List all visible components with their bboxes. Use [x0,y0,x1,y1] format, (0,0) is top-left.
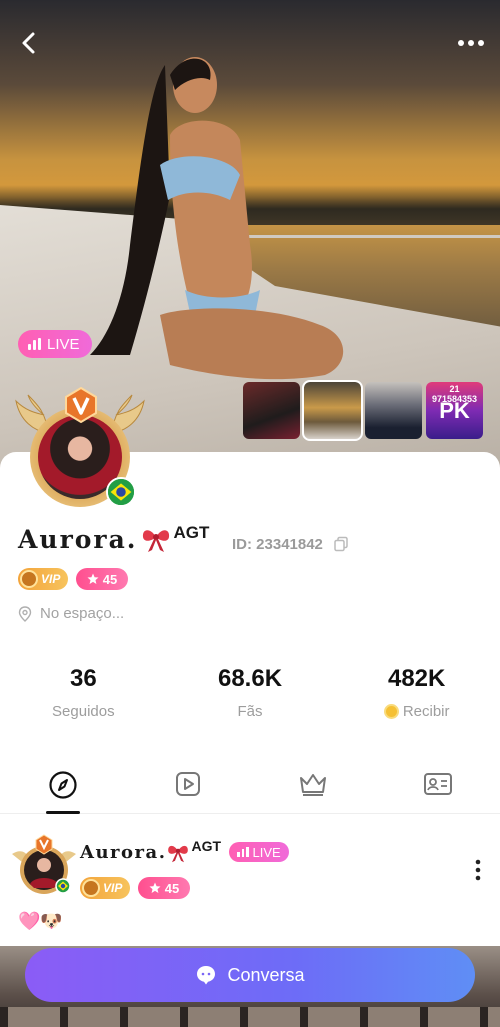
post-author-name: Aurora. [80,842,167,863]
post-image-detail [0,1007,500,1027]
chat-button[interactable]: Conversa [25,948,475,1002]
stat-label: Recibir [402,703,450,720]
play-video-icon [175,772,200,796]
thumbnail-2[interactable] [302,380,363,441]
thumbnail-1[interactable] [243,382,300,439]
ribbon-bow-icon [142,530,169,552]
thumbnail-3[interactable] [365,382,422,439]
ribbon-bow-icon [168,845,189,863]
coin-icon [383,704,399,719]
woman-figure [90,57,344,380]
stat-following[interactable]: 36 Seguidos [0,665,167,720]
stat-value: 36 [69,665,97,692]
tab-crown[interactable] [250,770,375,813]
stat-value: 68.6K [217,665,283,692]
stat-label: Seguidos [52,703,115,720]
thumbnail-pk[interactable]: 21 971584353 PK [426,382,483,439]
profile-tabs [0,770,500,814]
tab-videos[interactable] [125,770,250,813]
profile-name-row: Aurora. AGT [18,523,210,554]
star-icon [87,573,99,584]
more-vertical-icon[interactable] [474,858,482,882]
vip-badge[interactable]: VIP [18,568,68,590]
location-pin-icon [18,605,32,622]
vip-label: VIP [103,881,123,895]
level-badge[interactable]: 45 [76,568,128,590]
stat-received[interactable]: 482K Recibir [333,665,500,720]
profile-card-icon [423,773,452,795]
agt-label: AGT [173,523,210,542]
user-id: ID: 23341842 [232,536,323,553]
profile-name: Aurora. [18,525,138,554]
compass-icon [48,771,77,799]
stat-fans[interactable]: 68.6K Fãs [167,665,334,720]
location-text: No espaço... [40,605,125,622]
post-text: 🩷🐶 [18,911,63,931]
vip-coin-icon [20,570,38,588]
live-bars-icon [28,338,41,350]
live-label: LIVE [47,335,80,353]
copy-icon[interactable] [333,536,349,552]
vip-badge[interactable]: VIP [80,877,130,899]
stat-value: 482K [387,665,446,692]
more-horizontal-icon[interactable] [454,30,488,56]
stat-label: Fãs [237,703,263,720]
level-badge[interactable]: 45 [138,877,190,899]
post-agt-label: AGT [191,838,222,854]
avatar[interactable] [14,383,146,515]
moment-post: Aurora. AGT LIVE VIP 45 🩷🐶 [0,828,500,943]
live-bars-icon [237,847,249,857]
brazil-flag-icon [106,477,136,507]
level-number: 45 [164,880,180,896]
v-badge-icon [65,387,97,423]
vip-coin-icon [82,879,100,897]
live-badge[interactable]: LIVE [18,330,92,358]
photo-thumbnails: 21 971584353 PK [243,380,483,441]
chat-bubble-icon [197,966,216,985]
tab-moments[interactable] [0,770,125,813]
pk-label: PK [439,398,470,423]
location: No espaço... [18,605,124,622]
crown-icon [299,774,326,796]
profile-badges: VIP 45 [18,568,128,590]
stats-row: 36 Seguidos 68.6K Fãs 482K Recibir [0,665,500,720]
vip-label: VIP [41,572,61,586]
level-number: 45 [102,571,118,587]
post-live-label: LIVE [252,844,281,860]
post-live-badge[interactable]: LIVE [229,842,289,862]
chevron-left-icon[interactable] [14,28,44,58]
post-name-row: Aurora. AGT LIVE [80,838,289,863]
chat-button-label: Conversa [227,964,305,985]
tab-profile-card[interactable] [375,770,500,813]
post-badges: VIP 45 [80,877,190,899]
post-avatar[interactable] [10,832,78,900]
star-icon [149,882,161,893]
